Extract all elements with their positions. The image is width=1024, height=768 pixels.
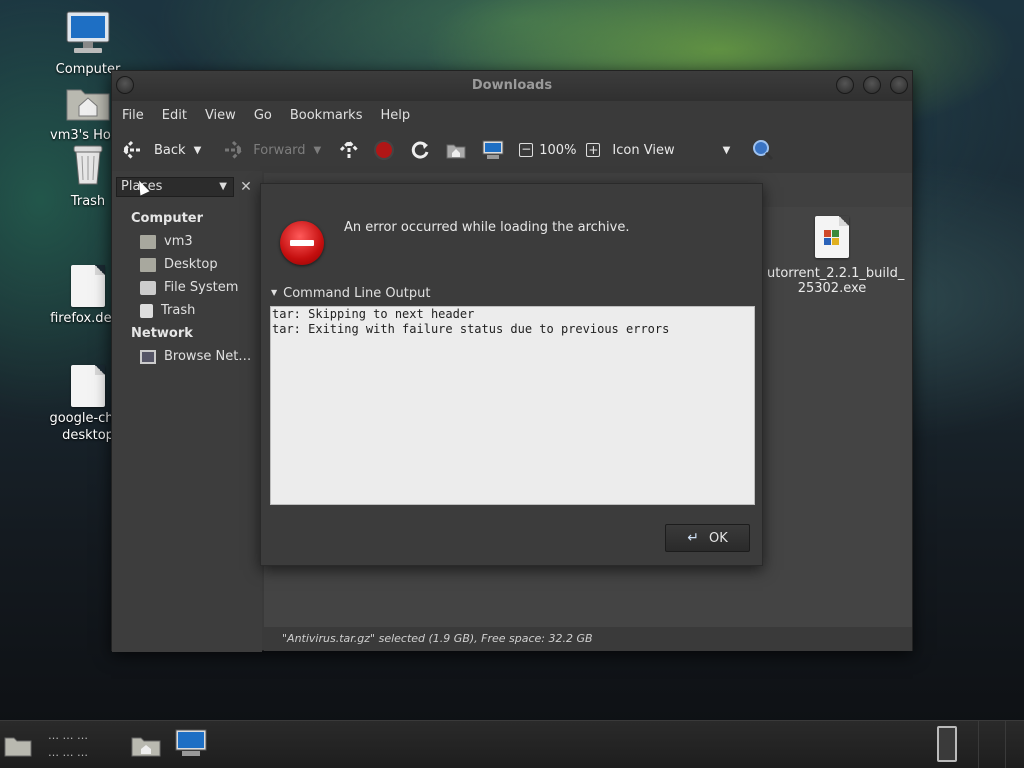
error-dialog: An error occurred while loading the arch… [260,183,763,566]
chevron-down-icon[interactable]: ▼ [314,145,322,156]
home-folder-icon [131,737,161,757]
zoom-out-button[interactable]: − [519,142,534,157]
back-button[interactable]: Back ▼ [122,140,201,160]
network-icon [140,349,156,364]
computer-button[interactable] [481,139,505,161]
reload-icon [412,141,429,159]
computer-icon [482,140,504,159]
task-label: … … … [48,746,88,759]
workspace-pager[interactable] [937,726,957,762]
taskbar: … … … … … … [0,720,1024,768]
search-icon [753,140,774,161]
ok-label: OK [708,530,728,546]
menu-go[interactable]: Go [254,108,272,123]
error-message: An error occurred while loading the arch… [344,220,630,235]
stop-button[interactable] [373,139,395,161]
menu-edit[interactable]: Edit [162,108,187,123]
ok-button[interactable]: ↵ OK [665,524,750,552]
home-folder-icon [66,89,110,121]
close-sidebar-button[interactable]: ✕ [236,177,256,197]
stop-icon [374,140,395,160]
reload-button[interactable] [409,139,431,161]
menu-bookmarks[interactable]: Bookmarks [290,108,363,123]
folder-icon [4,737,32,757]
taskbar-home-button[interactable] [131,733,161,761]
task-label: … … … [48,729,88,742]
places-selector[interactable]: Places ▼ [116,177,234,197]
trash-icon [73,145,103,185]
output-line: tar: Exiting with failure status due to … [272,322,670,336]
document-icon [71,365,105,407]
computer-icon [175,729,207,756]
taskbar-separator [1005,721,1006,768]
sidebar-item-desktop[interactable]: Desktop [140,257,218,272]
chevron-down-icon: ▼ [219,181,227,192]
error-icon [280,221,324,265]
taskbar-folder-button[interactable] [4,733,32,761]
expander-arrow-icon: ▼ [271,288,278,297]
computer-icon [66,11,110,53]
window-title: Downloads [471,78,553,93]
home-icon [446,144,466,159]
sidebar-item-label: Desktop [164,257,218,272]
search-button[interactable] [752,139,774,161]
chevron-down-icon: ▼ [722,144,731,156]
sidebar-item-file-system[interactable]: File System [140,280,238,295]
zoom-in-icon: + [586,143,601,157]
menu-help[interactable]: Help [380,108,410,123]
expander-label: Command Line Output [283,286,431,301]
forward-arrow-icon [223,140,244,160]
menu-file[interactable]: File [122,108,144,123]
sidebar-heading-network: Network [131,326,193,341]
document-icon [71,265,105,307]
close-button[interactable] [890,76,908,94]
view-mode-label: Icon View [612,142,675,158]
home-button[interactable] [445,140,467,160]
menubar: File Edit View Go Bookmarks Help [112,101,912,129]
command-line-output-expander[interactable]: ▼ Command Line Output [271,286,431,301]
executable-icon [815,216,849,258]
return-key-icon: ↵ [687,530,699,546]
back-label: Back [154,142,186,158]
sidebar-item-label: Browse Net… [164,349,252,364]
sidebar-item-label: vm3 [164,234,193,249]
sidebar-item-vm3[interactable]: vm3 [140,234,193,249]
status-bar: "Antivirus.tar.gz" selected (1.9 GB), Fr… [264,627,912,651]
file-name-line2: 25302.exe [797,281,867,296]
toolbar: Back ▼ Forward ▼ − 100% + Icon View ▼ [112,129,912,171]
zoom-in-button[interactable]: + [586,143,601,157]
command-output-text[interactable]: tar: Skipping to next header tar: Exitin… [270,306,755,505]
sidebar-item-label: File System [164,280,239,295]
drive-icon [140,280,156,295]
up-arrow-icon [340,140,359,158]
zoom-level: 100% [539,142,577,158]
window-titlebar[interactable]: Downloads [112,71,912,101]
taskbar-computer-button[interactable] [174,729,208,763]
output-line: tar: Skipping to next header [272,307,475,321]
sidebar-item-browse-network[interactable]: Browse Net… [140,349,251,364]
taskbar-task[interactable]: … … … … … … [48,729,88,759]
file-item-utorrent[interactable]: utorrent_2.2.1_build_ 25302.exe [767,216,905,296]
home-folder-icon [140,234,156,249]
back-arrow-icon [122,140,142,160]
forward-label: Forward [253,142,306,158]
forward-button[interactable]: Forward ▼ [221,140,321,160]
file-name-line1: utorrent_2.2.1_build_ [767,266,905,281]
taskbar-separator [978,721,979,768]
view-mode-select[interactable]: Icon View ▼ [612,143,730,158]
sidebar-item-label: Trash [161,303,196,318]
trash-icon [140,303,153,318]
sidebar: Places ▼ ✕ Computer vm3 Desktop File Sys… [112,171,262,652]
zoom-out-icon: − [519,142,534,157]
minimize-button[interactable] [836,76,854,94]
folder-icon [140,257,156,272]
chevron-down-icon[interactable]: ▼ [194,145,202,156]
maximize-button[interactable] [863,76,881,94]
menu-view[interactable]: View [205,108,236,123]
up-button[interactable] [339,140,359,160]
sidebar-heading-computer: Computer [131,211,204,226]
desktop-icon-computer[interactable]: Computer [38,10,138,77]
sidebar-item-trash[interactable]: Trash [140,303,195,318]
